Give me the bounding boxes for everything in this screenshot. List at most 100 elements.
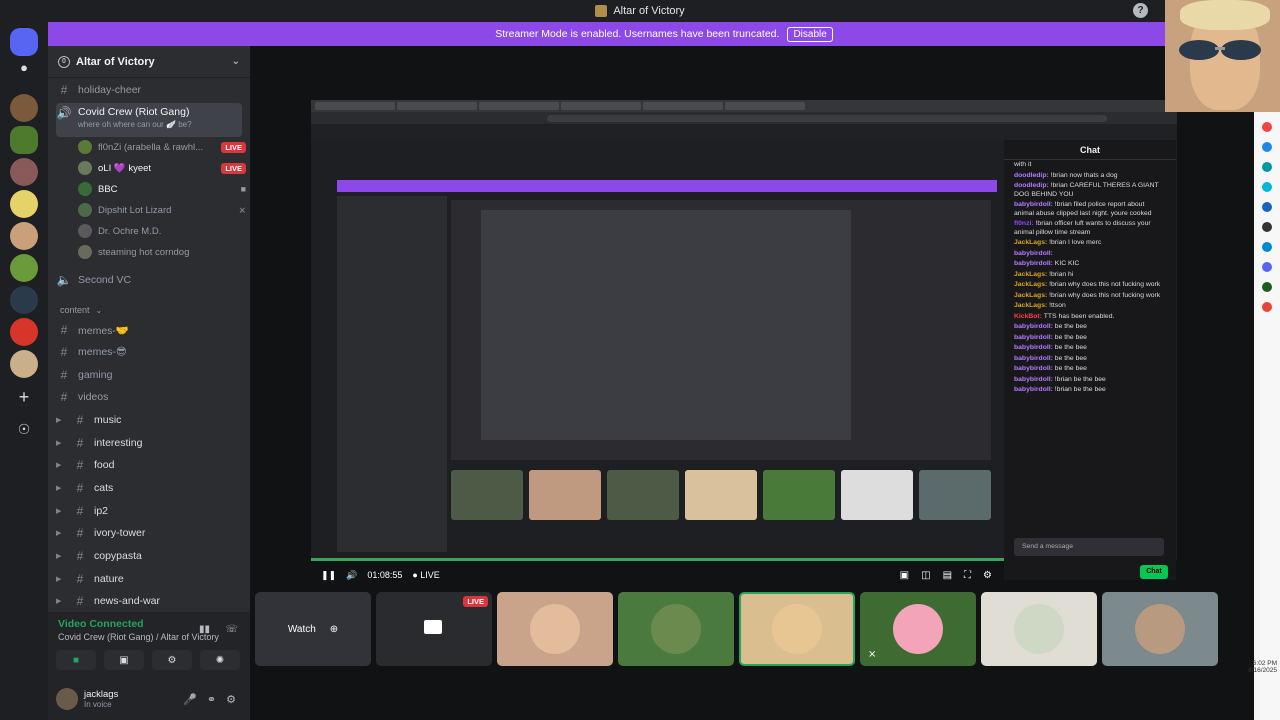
participant-tile[interactable]: [618, 592, 734, 666]
chat-username[interactable]: babybirdoll:: [1014, 260, 1053, 267]
channel-nature[interactable]: ▶ # nature: [56, 569, 242, 589]
chat-username[interactable]: JackLags:: [1014, 239, 1047, 246]
camera-button[interactable]: ■: [56, 650, 96, 670]
microphone-icon[interactable]: 🎤: [183, 693, 197, 706]
disconnect-icon[interactable]: ☏: [225, 624, 238, 635]
channel-videos[interactable]: # videos: [56, 387, 242, 407]
chat-username[interactable]: babybirdoll:: [1014, 334, 1053, 341]
chat-username[interactable]: babybirdoll:: [1014, 323, 1053, 330]
headphones-icon[interactable]: ⚭: [207, 693, 216, 706]
channel-memes-1[interactable]: # memes-🤝: [56, 320, 242, 340]
server-icon-1[interactable]: [10, 94, 38, 122]
chat-username[interactable]: babybirdoll:: [1014, 355, 1053, 362]
pip-icon[interactable]: ▤: [943, 570, 952, 581]
pause-icon[interactable]: ❚❚: [321, 570, 336, 581]
chat-username[interactable]: babybirdoll:: [1014, 365, 1053, 372]
watch-options-icon[interactable]: ⊕: [330, 624, 338, 635]
chat-username[interactable]: babybirdoll:: [1014, 201, 1053, 208]
chat-username[interactable]: babybirdoll:: [1014, 376, 1053, 383]
add-server-icon[interactable]: +: [10, 384, 38, 412]
taskbar-app-icon[interactable]: [1262, 182, 1272, 192]
voice-status[interactable]: Video Connected: [58, 618, 240, 630]
server-icon-5[interactable]: [10, 222, 38, 250]
voice-channel-covid-crew[interactable]: 🔊 Covid Crew (Riot Gang) where oh where …: [56, 103, 242, 137]
voice-member[interactable]: Dipshit Lot Lizard ⨯: [78, 201, 246, 219]
server-icon-9[interactable]: [10, 350, 38, 378]
channel-music[interactable]: ▶ # music: [56, 410, 242, 430]
server-icon-3[interactable]: [10, 158, 38, 186]
channel-copypasta[interactable]: ▶ # copypasta: [56, 546, 242, 566]
channel-news-and-war[interactable]: ▶ # news-and-war: [56, 591, 242, 611]
taskbar-app-icon[interactable]: [1262, 302, 1272, 312]
participant-tile[interactable]: [1102, 592, 1218, 666]
taskbar-app-icon[interactable]: [1262, 162, 1272, 172]
signal-icon[interactable]: ▮▮: [199, 624, 210, 635]
taskbar-app-icon[interactable]: [1262, 262, 1272, 272]
participant-tile[interactable]: [497, 592, 613, 666]
fullscreen-icon[interactable]: ⛶: [964, 570, 971, 581]
voice-channel-second-vc[interactable]: 🔈 Second VC: [56, 270, 242, 290]
server-icon-8[interactable]: [10, 318, 38, 346]
channel-cats[interactable]: ▶ # cats: [56, 478, 242, 498]
channel-ivory-tower[interactable]: ▶ # ivory-tower: [56, 523, 242, 543]
soundboard-button[interactable]: ✺: [200, 650, 240, 670]
chat-username[interactable]: babybirdoll:: [1014, 344, 1053, 351]
chat-username[interactable]: JackLags:: [1014, 281, 1047, 288]
activity-button[interactable]: ⚙: [152, 650, 192, 670]
channel-gaming[interactable]: # gaming: [56, 365, 242, 385]
voice-member[interactable]: Dr. Ochre M.D.: [78, 222, 246, 240]
participant-tile-speaking[interactable]: [739, 592, 855, 666]
disable-button[interactable]: Disable: [787, 26, 833, 42]
chat-username[interactable]: JackLags:: [1014, 302, 1047, 309]
taskbar-app-icon[interactable]: [1262, 202, 1272, 212]
chat-username[interactable]: babybirdoll:: [1014, 250, 1053, 257]
chat-send-button[interactable]: Chat: [1140, 565, 1168, 579]
voice-member[interactable]: oLI 💜 kyeet LIVE: [78, 159, 246, 177]
taskbar-app-icon[interactable]: [1262, 282, 1272, 292]
chat-username[interactable]: JackLags:: [1014, 271, 1047, 278]
popout-icon[interactable]: ◫: [921, 570, 930, 581]
chat-username[interactable]: babybirdoll:: [1014, 386, 1053, 393]
server-icon-4[interactable]: [10, 190, 38, 218]
user-panel[interactable]: jacklags In voice 🎤 ⚭ ⚙: [56, 682, 250, 716]
taskbar-app-icon[interactable]: [1262, 222, 1272, 232]
chat-username[interactable]: fl0nzi:: [1014, 220, 1034, 227]
watch-button[interactable]: Watch: [288, 624, 316, 635]
channel-memes-2[interactable]: # memes-😎: [56, 342, 242, 362]
screen-share-button[interactable]: ▣: [104, 650, 144, 670]
server-icon-6[interactable]: [10, 254, 38, 282]
channel-holiday-cheer[interactable]: # holiday-cheer: [56, 80, 242, 100]
taskbar-app-icon[interactable]: [1262, 142, 1272, 152]
discord-home-icon[interactable]: [10, 28, 38, 56]
theatre-mode-icon[interactable]: ▣: [900, 570, 909, 581]
server-icon-7[interactable]: [10, 286, 38, 314]
participant-tile[interactable]: ⨯: [860, 592, 976, 666]
voice-member[interactable]: steaming hot corndog: [78, 243, 246, 261]
settings-gear-icon[interactable]: ⚙: [226, 693, 236, 706]
chat-username[interactable]: doodledip:: [1014, 182, 1049, 189]
voice-member[interactable]: BBC ■: [78, 180, 246, 198]
watch-tile[interactable]: Watch ⊕: [255, 592, 371, 666]
channel-ip2[interactable]: ▶ # ip2: [56, 501, 242, 521]
channel-interesting[interactable]: ▶ # interesting: [56, 433, 242, 453]
server-icon-altar[interactable]: [10, 126, 38, 154]
discover-icon[interactable]: ☉: [10, 416, 38, 444]
system-clock[interactable]: 6:02 PM 8/16/2025: [1248, 660, 1277, 674]
stream-progress-bar[interactable]: [311, 558, 1004, 561]
settings-gear-icon[interactable]: ⚙: [983, 570, 992, 581]
chat-username[interactable]: doodledip:: [1014, 172, 1049, 179]
help-icon[interactable]: ?: [1133, 3, 1148, 18]
notification-bell-icon[interactable]: ●: [10, 60, 38, 88]
server-header[interactable]: 0 Altar of Victory ⌄: [48, 46, 250, 78]
taskbar-app-icon[interactable]: [1262, 122, 1272, 132]
voice-member[interactable]: fl0nZi (arabella & rawhl... LIVE: [78, 138, 246, 156]
volume-icon[interactable]: 🔊: [346, 570, 357, 581]
participant-tile[interactable]: [981, 592, 1097, 666]
stream-tile[interactable]: LIVE: [376, 592, 492, 666]
voice-location[interactable]: Covid Crew (Riot Gang) / Altar of Victor…: [58, 632, 240, 642]
chat-input[interactable]: Send a message: [1014, 538, 1164, 556]
chat-username[interactable]: KickBot:: [1014, 313, 1042, 320]
category-content[interactable]: content ⌄: [56, 300, 242, 320]
taskbar-app-icon[interactable]: [1262, 242, 1272, 252]
channel-food[interactable]: ▶ # food: [56, 455, 242, 475]
